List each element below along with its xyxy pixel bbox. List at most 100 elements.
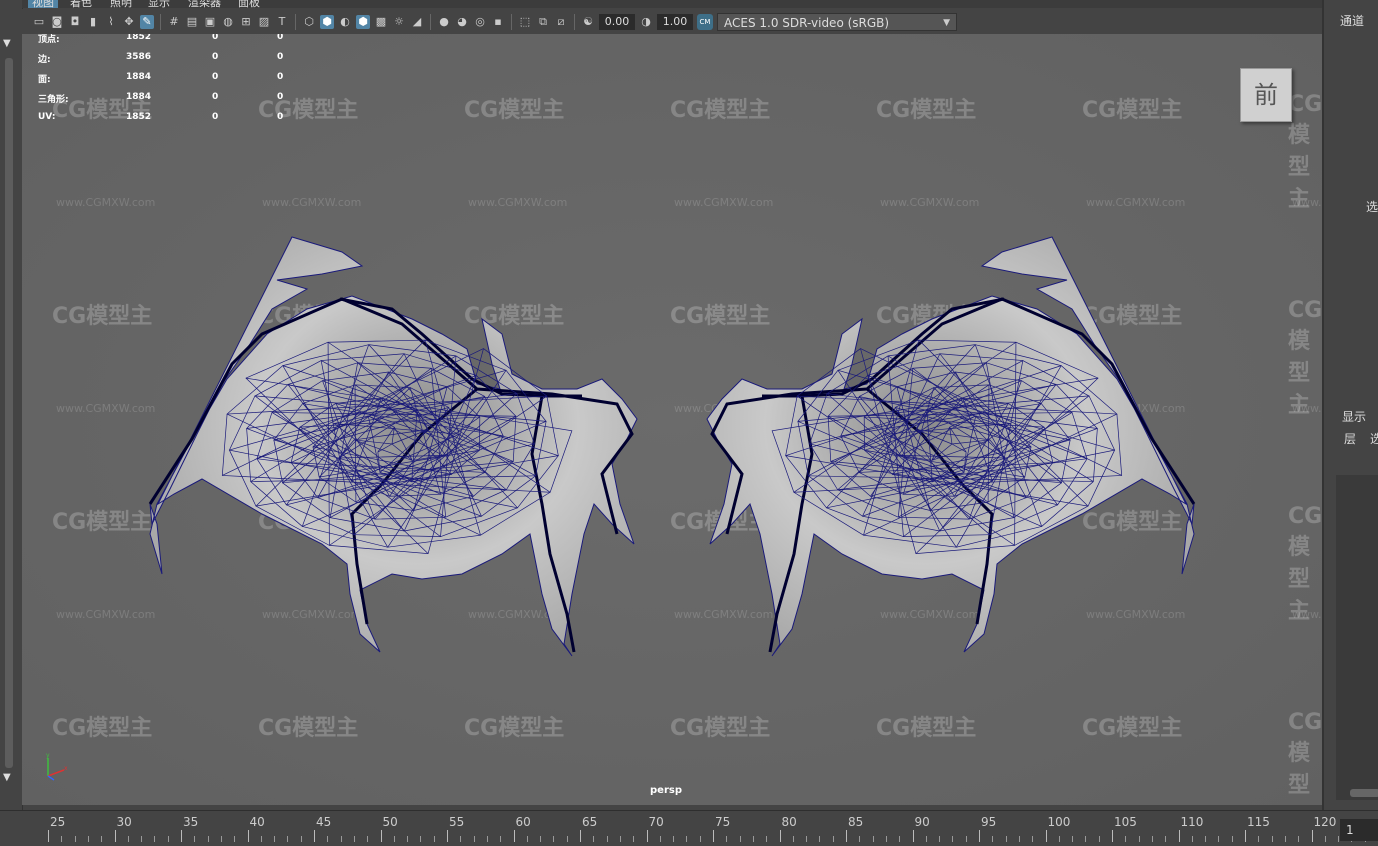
timeline-tick [792, 836, 794, 842]
xray-joints-icon[interactable]: ⧉ [536, 15, 550, 29]
anti-alias-icon[interactable]: ◎ [473, 15, 487, 29]
timeline-tick [752, 836, 754, 842]
color-space-value: ACES 1.0 SDR-video (sRGB) [724, 16, 890, 30]
current-frame-field[interactable]: 1 [1340, 819, 1378, 841]
timeline-tick [939, 836, 941, 842]
xray-active-icon[interactable]: ⧄ [554, 15, 568, 29]
timeline-tick [872, 836, 874, 842]
camera-attr-icon[interactable]: ◙ [50, 15, 64, 29]
wireframe-on-shaded-icon[interactable]: ⬢ [356, 15, 370, 29]
timeline-tick [513, 830, 515, 842]
timeline-tick [1245, 830, 1246, 842]
timeline-tick [1125, 836, 1127, 842]
timeline-tick [1271, 836, 1273, 842]
timeline-frame-label: 115 [1247, 815, 1270, 829]
image-plane-icon[interactable]: ⌇ [104, 15, 118, 29]
menu-lighting[interactable]: 照明 [110, 0, 132, 8]
timeline-frame-label: 95 [981, 815, 997, 829]
shadows-icon[interactable]: ◢ [410, 15, 424, 29]
timeline-tick [580, 830, 581, 842]
timeline-tick [486, 836, 488, 842]
timeline-tick [74, 836, 76, 842]
grid-icon[interactable]: # [167, 15, 181, 29]
panel-toolbar: ▭ ◙ ◘ ▮ ⌇ ✥ ✎ # ▤ ▣ ◍ ⊞ ▨ T ⬡ ⬢ ◐ ⬢ ▩ ☼ … [22, 9, 1322, 35]
3d-viewport[interactable]: CG模型主 www.CGMXW.com CG模型主 www.CGMXW.com CG模型… [22, 34, 1322, 805]
menu-shading[interactable]: 着色 [70, 0, 92, 8]
color-space-dropdown[interactable]: ACES 1.0 SDR-video (sRGB) ▼ [717, 13, 957, 31]
ambient-occlusion-icon[interactable]: ● [437, 15, 451, 29]
hud-value: 0 [212, 92, 219, 102]
gate-mask-icon[interactable]: ◍ [221, 15, 235, 29]
select-tab-fragment[interactable]: 选 [1366, 198, 1378, 215]
menu-show[interactable]: 显示 [148, 0, 170, 8]
menu-renderer[interactable]: 渲染器 [188, 0, 221, 8]
menu-view[interactable]: 视图 [28, 0, 58, 8]
scroll-down-icon[interactable]: ▼ [3, 772, 11, 783]
camera-select-icon[interactable]: ▭ [32, 15, 46, 29]
timeline-tick [673, 836, 675, 842]
resolution-gate-icon[interactable]: ▣ [203, 15, 217, 29]
timeline-frame-label: 60 [515, 815, 531, 829]
gamma-icon[interactable]: ◑ [639, 15, 653, 29]
svg-text:x: x [64, 765, 68, 772]
viewcube[interactable]: 前 [1240, 68, 1292, 122]
timeline-frame-label: 55 [449, 815, 465, 829]
hud-label: 顶点: [38, 35, 60, 45]
timeline-tick [473, 836, 475, 842]
isolate-select-icon[interactable]: ⬚ [518, 15, 532, 29]
timeline-tick [633, 836, 635, 842]
timeline-tick [380, 830, 382, 842]
motion-blur-icon[interactable]: ◕ [455, 15, 469, 29]
horizontal-scrollbar[interactable] [1336, 786, 1378, 800]
timeline-tick [806, 836, 808, 842]
select-menu-fragment[interactable]: 选 [1370, 430, 1378, 447]
timeline-tick [925, 836, 927, 842]
default-material-icon[interactable]: ◐ [338, 15, 352, 29]
depth-of-field-icon[interactable]: ▪ [491, 15, 505, 29]
timeline-tick [420, 836, 422, 842]
color-management-toggle[interactable]: CM [697, 14, 713, 30]
hud-label: 边: [38, 55, 51, 65]
camera-lock-icon[interactable]: ◘ [68, 15, 82, 29]
field-chart-icon[interactable]: ⊞ [239, 15, 253, 29]
hud-value: 0 [212, 52, 219, 62]
wireframe-icon[interactable]: ⬡ [302, 15, 316, 29]
menu-panels[interactable]: 面板 [238, 0, 260, 8]
timeline-frame-label: 105 [1114, 815, 1137, 829]
timeline-tick [952, 836, 954, 842]
hud-row-edges: 边: 3586 0 0 [38, 52, 308, 65]
hud-row-triangles: 三角形: 1884 0 0 [38, 92, 308, 105]
hud-value: 0 [277, 34, 284, 42]
gamma-field[interactable] [657, 14, 693, 30]
film-gate-icon[interactable]: ▤ [185, 15, 199, 29]
timeline-frame-label: 40 [249, 815, 265, 829]
svg-text:y: y [46, 752, 50, 759]
timeline-tick [726, 836, 728, 842]
timeline-tick [553, 836, 555, 842]
exposure-icon[interactable]: ☯ [581, 15, 595, 29]
hud-value: 0 [212, 112, 219, 122]
layer-menu[interactable]: 层 [1344, 430, 1356, 447]
pan-zoom-icon[interactable]: ✥ [122, 15, 136, 29]
smooth-shade-icon[interactable]: ⬢ [320, 15, 334, 29]
bookmark-icon[interactable]: ▮ [86, 15, 100, 29]
timeline-tick [885, 836, 887, 842]
safe-title-icon[interactable]: T [275, 15, 289, 29]
lights-icon[interactable]: ☼ [392, 15, 406, 29]
display-tab[interactable]: 显示 [1342, 408, 1366, 425]
timeline-tick [181, 830, 182, 842]
layer-list[interactable] [1336, 475, 1378, 790]
timeline-tick [194, 836, 196, 842]
camera-name-label: persp [650, 785, 682, 796]
vertical-scrollbar[interactable] [5, 58, 13, 768]
safe-action-icon[interactable]: ▨ [257, 15, 271, 29]
time-slider[interactable]: 25 30 35 40 45 50 55 60 65 70 75 80 85 90 95 100 105 110 1… [0, 810, 1378, 846]
grease-pencil-icon[interactable]: ✎ [140, 15, 154, 29]
wings-model[interactable] [22, 34, 1322, 805]
xray-icon[interactable]: ▩ [374, 15, 388, 29]
channel-box-title: 通道 [1340, 14, 1365, 28]
timeline-frame-label: 75 [715, 815, 731, 829]
exposure-field[interactable] [599, 14, 635, 30]
scroll-up-icon[interactable]: ▼ [3, 38, 11, 49]
timeline-frame-label: 70 [648, 815, 664, 829]
